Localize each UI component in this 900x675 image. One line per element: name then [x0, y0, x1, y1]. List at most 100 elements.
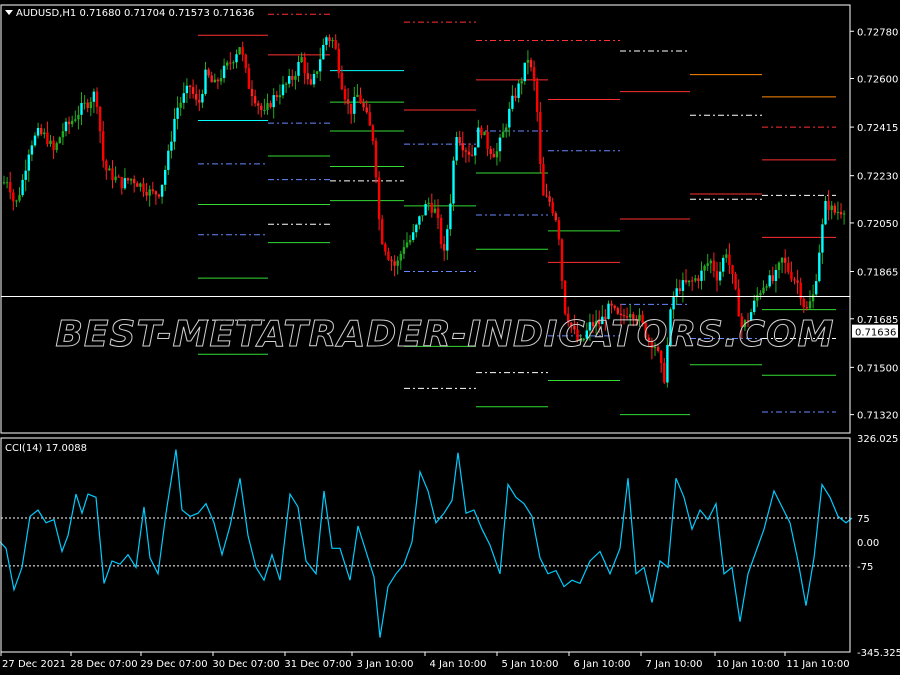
candle-body	[111, 168, 114, 181]
candle-body	[514, 95, 517, 98]
candle-body	[322, 44, 325, 60]
candle-body	[331, 40, 334, 42]
candle-body	[198, 99, 201, 103]
candle-body	[560, 239, 564, 281]
candle-body	[548, 196, 551, 203]
chart-root: 0.72780 0.72600 0.72415 0.72230 0.72050 0.718…	[0, 0, 900, 675]
candle-body	[830, 205, 833, 211]
candle-body	[446, 229, 449, 251]
candle-body	[424, 204, 427, 216]
time-axis-label: 28 Dec 07:00	[70, 659, 137, 670]
cci-axis-label: -345.3253	[857, 648, 900, 659]
candle-body	[722, 257, 725, 272]
candle-body	[759, 293, 762, 296]
candle-body	[523, 62, 526, 82]
candle-body	[706, 263, 709, 266]
candle-body	[33, 135, 37, 146]
candle-body	[681, 280, 685, 292]
candle-body	[551, 202, 554, 214]
candle-body	[489, 148, 492, 154]
candle-body	[691, 280, 694, 282]
candle-body	[539, 111, 542, 164]
candle-body	[222, 65, 226, 79]
candle-body	[281, 84, 285, 96]
candle-body	[108, 168, 111, 171]
candle-body	[728, 254, 731, 266]
candle-body	[278, 95, 282, 98]
candle-body	[210, 75, 213, 83]
candle-body	[201, 93, 204, 103]
candle-body	[808, 301, 812, 309]
candle-body	[315, 71, 319, 74]
candle-body	[833, 205, 836, 213]
candle-body	[21, 179, 24, 196]
candle-body	[430, 202, 433, 213]
candle-body	[269, 103, 272, 108]
time-axis-label: 30 Dec 07:00	[212, 659, 279, 670]
cci-layer	[0, 449, 853, 638]
candle-body	[474, 147, 477, 156]
candle-body	[238, 47, 241, 55]
candle-body	[418, 216, 421, 225]
candle-body	[43, 132, 46, 135]
candle-body	[436, 208, 440, 219]
time-axis-label: 5 Jan 10:00	[502, 659, 559, 670]
candle-body	[83, 102, 86, 104]
candle-body	[821, 224, 824, 253]
candle-body	[449, 203, 452, 230]
candle-body	[52, 140, 55, 151]
candle-body	[136, 183, 139, 187]
candle-body	[697, 278, 700, 281]
candle-body	[467, 151, 471, 155]
candle-body	[291, 76, 294, 80]
candle-body	[452, 160, 455, 204]
candle-body	[77, 114, 80, 120]
candle-body	[796, 280, 799, 283]
candle-body	[64, 121, 68, 132]
candle-body	[498, 137, 502, 152]
candle-body	[284, 83, 288, 85]
time-axis-label: 11 Jan 10:00	[786, 659, 849, 670]
watermark-text: BEST-METATRADER-INDICATORS.COM	[55, 314, 834, 355]
candle-body	[365, 107, 368, 113]
candle-body	[328, 37, 331, 42]
candle-body	[5, 182, 9, 184]
candle-body	[154, 191, 158, 195]
candle-body	[170, 141, 173, 151]
chart-menu-triangle-icon[interactable]	[5, 10, 13, 15]
candle-body	[151, 189, 154, 192]
candle-body	[216, 79, 220, 82]
price-panel-frame	[0, 4, 851, 434]
candle-body	[501, 131, 505, 138]
candle-body	[529, 60, 533, 68]
candle-body	[545, 195, 548, 197]
candle-body	[557, 220, 561, 240]
candle-body	[734, 273, 737, 289]
candle-body	[505, 127, 508, 132]
symbol-header: AUDUSD,H1 0.71680 0.71704 0.71573 0.7163…	[16, 8, 254, 19]
candle-body	[18, 195, 21, 201]
candle-body	[802, 298, 805, 308]
candle-body	[343, 89, 347, 100]
candle-body	[300, 57, 303, 62]
candle-body	[486, 131, 489, 149]
candle-body	[176, 107, 179, 119]
candle-body	[542, 163, 545, 196]
candle-body	[805, 307, 809, 309]
candle-body	[288, 76, 291, 84]
candle-body	[408, 239, 412, 243]
candle-body	[784, 257, 787, 263]
candle-body	[508, 108, 511, 128]
candle-body	[709, 260, 712, 264]
candle-body	[480, 127, 483, 136]
price-axis-label: 0.71865	[857, 268, 898, 279]
candle-body	[464, 150, 468, 152]
candle-body	[15, 200, 18, 202]
candle-body	[777, 262, 781, 270]
candle-body	[703, 265, 706, 271]
candle-body	[272, 95, 275, 108]
candle-body	[148, 189, 151, 196]
candle-body	[188, 85, 192, 88]
candle-body	[145, 191, 148, 196]
candle-body	[95, 91, 99, 107]
